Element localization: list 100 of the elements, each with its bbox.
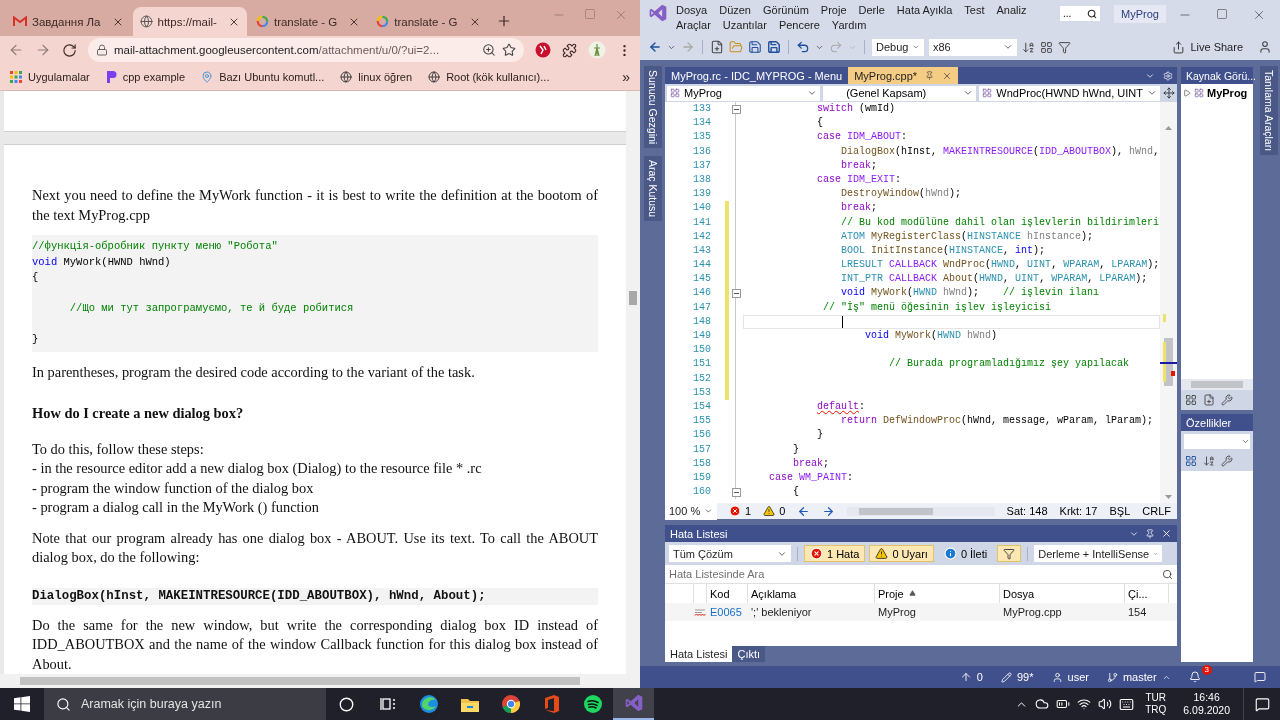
wifi-icon[interactable]: [1077, 697, 1092, 711]
star-icon[interactable]: [502, 43, 516, 57]
user-status[interactable]: user: [1051, 671, 1089, 683]
notifications-icon[interactable]: [1188, 671, 1201, 683]
forward-icon[interactable]: [822, 504, 836, 518]
source-dropdown[interactable]: Derleme + IntelliSense: [1034, 545, 1163, 562]
volume-icon[interactable]: [1098, 697, 1113, 711]
filter-button[interactable]: [997, 545, 1022, 562]
avatar-icon[interactable]: [588, 41, 606, 59]
navigation-dropdown[interactable]: MyProg: [667, 85, 821, 101]
pin-icon[interactable]: [1145, 528, 1155, 539]
menu-item[interactable]: Derle: [858, 3, 885, 17]
more-bookmarks[interactable]: »: [622, 69, 630, 85]
filter-icon[interactable]: [1058, 40, 1071, 54]
scrollbar[interactable]: [1181, 379, 1253, 390]
close-icon[interactable]: [1161, 528, 1172, 539]
caret-icon[interactable]: [1003, 42, 1013, 52]
tree-item[interactable]: MyProg: [1181, 84, 1253, 102]
keyboard-icon[interactable]: [1119, 696, 1135, 712]
bookmark[interactable]: cpp example: [105, 70, 186, 84]
close-icon[interactable]: [1252, 8, 1266, 22]
menu-item[interactable]: Proje: [820, 3, 847, 17]
menu-item[interactable]: Uzantılar: [722, 18, 767, 32]
sort-icon[interactable]: [1203, 455, 1215, 467]
side-tab[interactable]: Araç Kutusu: [643, 156, 662, 222]
close-icon[interactable]: [942, 70, 953, 81]
panel-tab[interactable]: Hata Listesi: [665, 646, 733, 662]
cloud-icon[interactable]: [1035, 697, 1050, 711]
filter-icon[interactable]: [1003, 547, 1016, 560]
platform-dropdown[interactable]: x86: [929, 38, 1017, 56]
browser-tab[interactable]: Завдання Ла: [6, 7, 131, 36]
fold-toggle[interactable]: [731, 487, 741, 497]
browser-tab[interactable]: translate - G: [369, 7, 488, 36]
side-tab[interactable]: Tanılama Araçları: [1260, 66, 1278, 156]
scope-dropdown[interactable]: Tüm Çözüm: [669, 545, 791, 562]
editor-tab[interactable]: MyProg.cpp*: [848, 67, 959, 84]
feedback-icon[interactable]: [1254, 671, 1266, 683]
share-icon[interactable]: [1172, 40, 1186, 54]
fold-toggle[interactable]: [731, 289, 741, 299]
grid-icon[interactable]: [1185, 455, 1197, 467]
filter-toggle[interactable]: 0 Uyarı: [869, 545, 934, 562]
menu-item[interactable]: Yardım: [831, 18, 867, 32]
branch-status[interactable]: master: [1106, 671, 1171, 683]
back-icon[interactable]: [648, 40, 662, 54]
error-count[interactable]: 1: [729, 505, 752, 517]
search-icon[interactable]: [56, 696, 71, 712]
extension-icon[interactable]: [535, 42, 551, 58]
caret-icon[interactable]: [963, 88, 974, 98]
language-indicator[interactable]: TUR TRQ: [1145, 692, 1167, 716]
back-icon[interactable]: [797, 504, 811, 518]
user-icon[interactable]: [1258, 40, 1272, 54]
panel-tab[interactable]: Çıktı: [732, 646, 766, 662]
maximize-icon[interactable]: [1216, 8, 1228, 20]
scrollbar[interactable]: [1160, 102, 1177, 503]
grid-icon[interactable]: [1040, 40, 1053, 54]
reload-icon[interactable]: [62, 42, 77, 58]
browser-tab[interactable]: https://mail-: [132, 7, 247, 36]
bookmark[interactable]: linux öğren: [340, 71, 413, 83]
caret-icon[interactable]: [1147, 88, 1157, 98]
sync-status[interactable]: 0: [959, 671, 983, 683]
table-cell[interactable]: E0065: [707, 606, 748, 618]
navigation-dropdown[interactable]: WndProc(HWND hWnd, UINT: [979, 85, 1160, 101]
browser-tab[interactable]: translate - G: [248, 7, 368, 36]
settings-icon[interactable]: [1163, 70, 1173, 81]
menu-item[interactable]: Test: [964, 3, 985, 17]
bookmark[interactable]: Bazı Ubuntu komutl...: [201, 71, 325, 83]
menu-item[interactable]: Düzen: [719, 3, 751, 17]
sort-icon[interactable]: [1022, 40, 1035, 54]
configuration-dropdown[interactable]: Debug: [872, 38, 924, 56]
menu-item[interactable]: Görünüm: [763, 3, 809, 17]
bookmark[interactable]: Uygulamalar: [10, 71, 90, 83]
address-bar[interactable]: mail-attachment.googleusercontent.com/attachment/u/0/?ui=2...: [88, 38, 524, 62]
caret-icon[interactable]: [704, 506, 713, 516]
taskbar-search[interactable]: Aramak için buraya yazın: [44, 688, 326, 720]
undo-icon[interactable]: [796, 40, 810, 54]
menu-item[interactable]: Hata Ayıkla: [896, 3, 953, 17]
split-icon[interactable]: [1163, 87, 1175, 99]
navigation-dropdown[interactable]: (Genel Kapsam): [823, 85, 977, 101]
caret-icon[interactable]: [807, 88, 818, 98]
save-all-icon[interactable]: [767, 40, 781, 54]
forward-icon[interactable]: [35, 42, 51, 58]
editor-tab[interactable]: MyProg.rc - IDC_MYPROG - Menu: [665, 67, 849, 84]
extensions-icon[interactable]: [562, 42, 577, 58]
save-icon[interactable]: [748, 40, 762, 54]
side-tab[interactable]: Sunucu Gezgini: [643, 66, 662, 149]
wrench-icon[interactable]: [1221, 455, 1233, 467]
battery-icon[interactable]: [1056, 697, 1071, 711]
pin-icon[interactable]: [925, 71, 935, 80]
warning-count[interactable]: 0: [763, 505, 786, 517]
menu-item[interactable]: Analiz: [996, 3, 1027, 17]
bookmark[interactable]: Root (kök kullanıcı)...: [428, 71, 550, 83]
new-file-icon[interactable]: [710, 40, 724, 54]
scrollbar[interactable]: [626, 91, 640, 674]
live-share-button[interactable]: Live Share: [1172, 40, 1243, 54]
scrollbar[interactable]: [847, 506, 995, 516]
wrench-icon[interactable]: [1221, 394, 1233, 406]
back-icon[interactable]: [8, 42, 24, 58]
search-icon[interactable]: [1162, 568, 1173, 580]
menu-item[interactable]: Araçlar: [676, 18, 711, 32]
menu-item[interactable]: Pencere: [778, 18, 820, 32]
